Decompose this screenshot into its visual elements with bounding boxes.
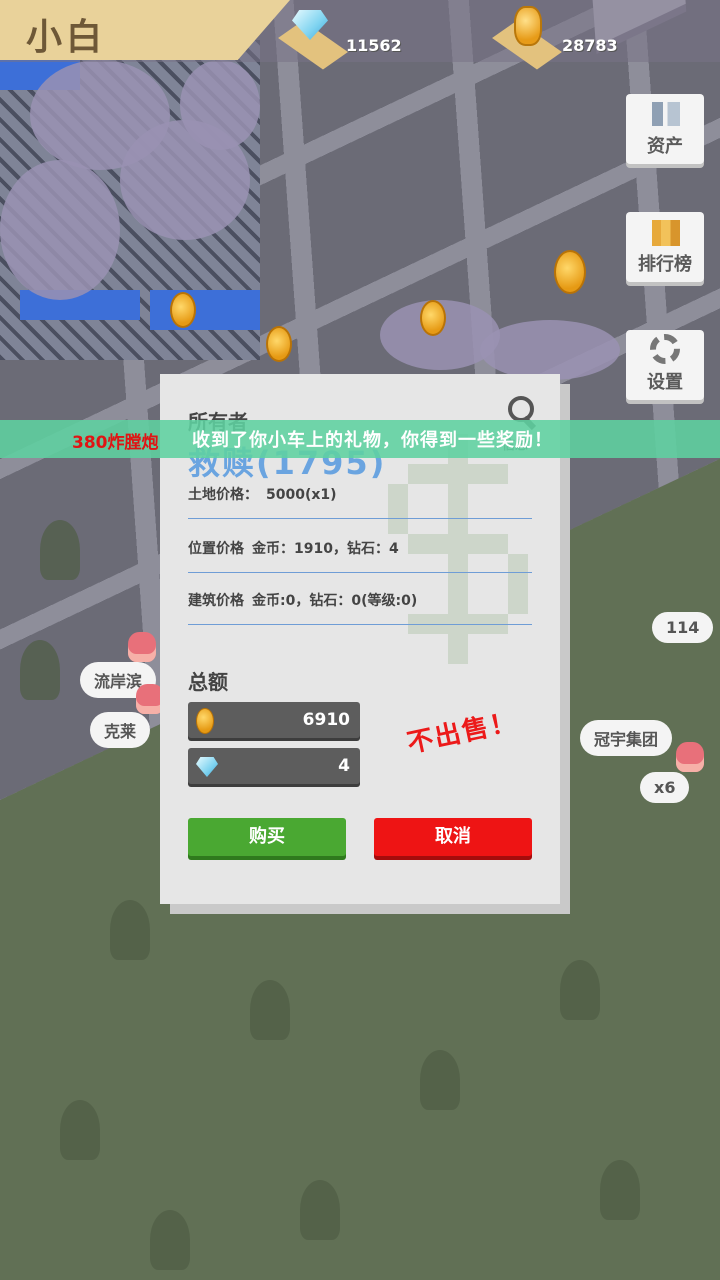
buildings-icon: [652, 102, 680, 126]
coin-pickup[interactable]: [554, 250, 586, 294]
notification-banner: 380炸膛炮 收到了你小车上的礼物，你得到一些奖励！: [0, 420, 720, 458]
land-price-row: 土地价格： 5000(x1): [188, 484, 532, 519]
not-for-sale-stamp: 不出售！: [404, 706, 521, 760]
cancel-button[interactable]: 取消: [374, 818, 532, 856]
total-label: 总额: [188, 670, 228, 694]
podium-icon: [652, 220, 680, 246]
row-label: 土地价格：: [188, 487, 258, 503]
assets-button[interactable]: 资产: [626, 94, 704, 164]
settings-label: 设置: [647, 372, 683, 393]
building-price-row: 建筑价格 金币:0，钻石：0(等级:0): [188, 590, 532, 625]
leaderboard-label: 排行榜: [638, 254, 692, 275]
gold-coin-icon: [514, 6, 542, 46]
row-value: 金币:0，钻石：0(等级:0): [252, 593, 418, 609]
leaderboard-button[interactable]: 排行榜: [626, 212, 704, 282]
top-bar: 小白 11562 28783: [0, 0, 720, 70]
player-bubble[interactable]: 克莱: [90, 712, 151, 748]
location-price-row: 位置价格 金币：1910，钻石：4: [188, 538, 532, 573]
row-label: 位置价格: [188, 541, 244, 557]
bubble-label: 克莱: [104, 722, 137, 741]
avatar: [676, 742, 704, 772]
player-bubble[interactable]: x6: [640, 772, 690, 803]
bubble-label: 流岸滨: [94, 672, 143, 691]
player-name: 小白: [26, 17, 107, 58]
player-name-plate[interactable]: 小白: [0, 0, 290, 60]
avatar: [128, 632, 156, 662]
notification-message: 收到了你小车上的礼物，你得到一些奖励！: [192, 430, 553, 451]
settings-button[interactable]: 设置: [626, 330, 704, 400]
coin-pickup[interactable]: [170, 292, 196, 328]
total-gold-field: 6910: [188, 702, 360, 738]
bubble-label: x6: [654, 778, 676, 797]
coin-icon: [196, 708, 214, 734]
bubble-label: 114: [666, 618, 700, 637]
coin-pickup[interactable]: [420, 300, 446, 336]
buy-button[interactable]: 购买: [188, 818, 346, 856]
total-diamond-field: 4: [188, 748, 360, 784]
magnifier-icon: [508, 396, 534, 422]
coin-pickup[interactable]: [266, 326, 292, 362]
assets-label: 资产: [647, 136, 683, 157]
player-bubble[interactable]: 冠宇集团: [580, 720, 673, 756]
total-diamond-value: 4: [338, 756, 350, 776]
gear-icon: [650, 334, 680, 364]
row-value: 金币：1910，钻石：4: [252, 541, 399, 557]
total-gold-value: 6910: [302, 710, 350, 730]
bubble-label: 冠宇集团: [594, 730, 659, 749]
gold-count: 28783: [562, 36, 618, 55]
notification-sender: 380炸膛炮: [72, 433, 159, 453]
row-value: 5000(x1): [266, 487, 337, 503]
player-bubble[interactable]: 114: [652, 612, 714, 643]
diamond-icon: [196, 757, 218, 777]
diamond-count: 11562: [346, 36, 402, 55]
row-label: 建筑价格: [188, 593, 244, 609]
